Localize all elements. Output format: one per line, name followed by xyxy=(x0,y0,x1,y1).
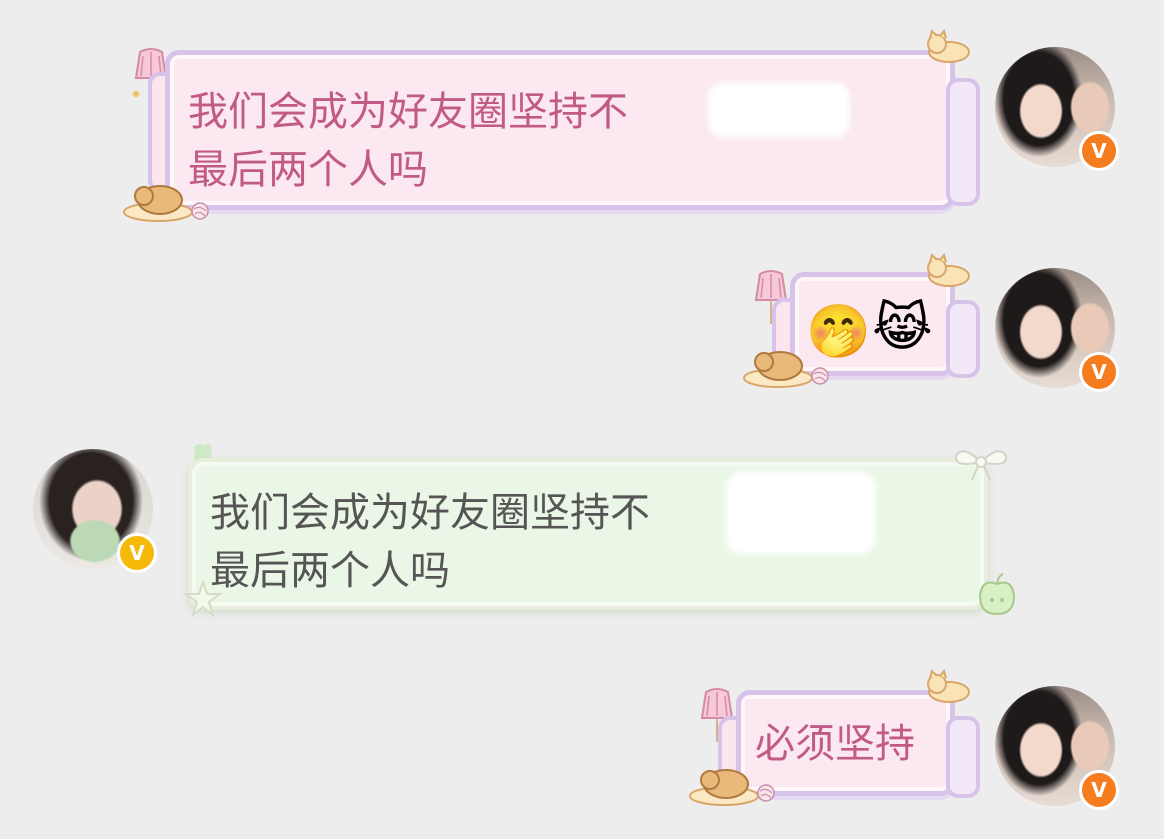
bubble-right-pillar xyxy=(946,78,980,206)
avatar-me[interactable]: V xyxy=(995,686,1119,810)
yarn-ball-icon xyxy=(756,783,776,803)
cat-tears-of-joy-emoji-icon: 😹 xyxy=(872,298,933,358)
redacted-text-patch xyxy=(726,472,876,554)
sleeping-cat-icon xyxy=(742,346,814,388)
bubble-right-pillar xyxy=(946,716,980,798)
verified-badge-icon: V xyxy=(1079,131,1119,171)
yarn-ball-icon xyxy=(810,366,830,386)
avatar-me[interactable]: V xyxy=(995,47,1119,171)
yarn-ball-icon xyxy=(190,201,210,221)
bow-icon xyxy=(952,442,1010,482)
verified-badge-icon: V xyxy=(117,533,157,573)
avatar-friend[interactable]: V xyxy=(33,449,157,573)
hand-over-mouth-emoji-icon: 🤭 xyxy=(806,302,871,362)
clover-icon xyxy=(182,578,224,618)
bubble-right-pillar xyxy=(946,300,980,378)
verified-badge-icon: V xyxy=(1079,352,1119,392)
message-bubble-4[interactable]: 必须坚持 xyxy=(736,690,955,796)
redacted-text-patch xyxy=(708,82,850,138)
avatar-me[interactable]: V xyxy=(995,268,1119,392)
sleeping-cat-icon xyxy=(923,28,971,64)
verified-badge-icon: V xyxy=(1079,770,1119,810)
sleeping-cat-icon xyxy=(122,180,194,222)
sleeping-cat-icon xyxy=(923,252,971,288)
apple-icon xyxy=(972,570,1022,620)
sleeping-cat-icon xyxy=(923,668,971,704)
message-text-4: 必须坚持 xyxy=(755,721,915,767)
sleeping-cat-icon xyxy=(688,764,760,806)
